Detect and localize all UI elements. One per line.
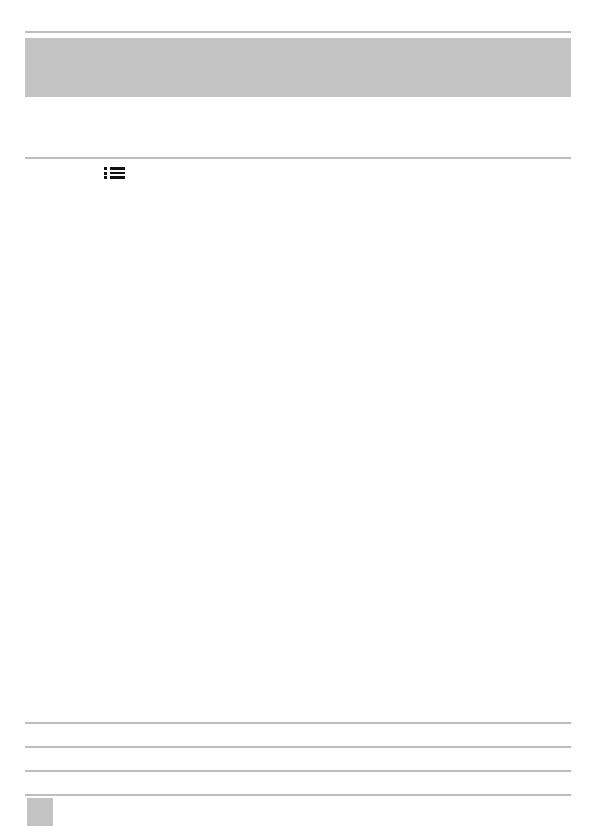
footer-rule (25, 794, 571, 796)
footer-rule (25, 722, 571, 724)
header-band (25, 38, 571, 97)
list-icon (104, 167, 125, 179)
footer-rule (25, 746, 571, 748)
footer-rule (25, 770, 571, 772)
top-rule (25, 31, 571, 33)
section-divider (25, 157, 571, 159)
page-marker-box (27, 798, 53, 826)
